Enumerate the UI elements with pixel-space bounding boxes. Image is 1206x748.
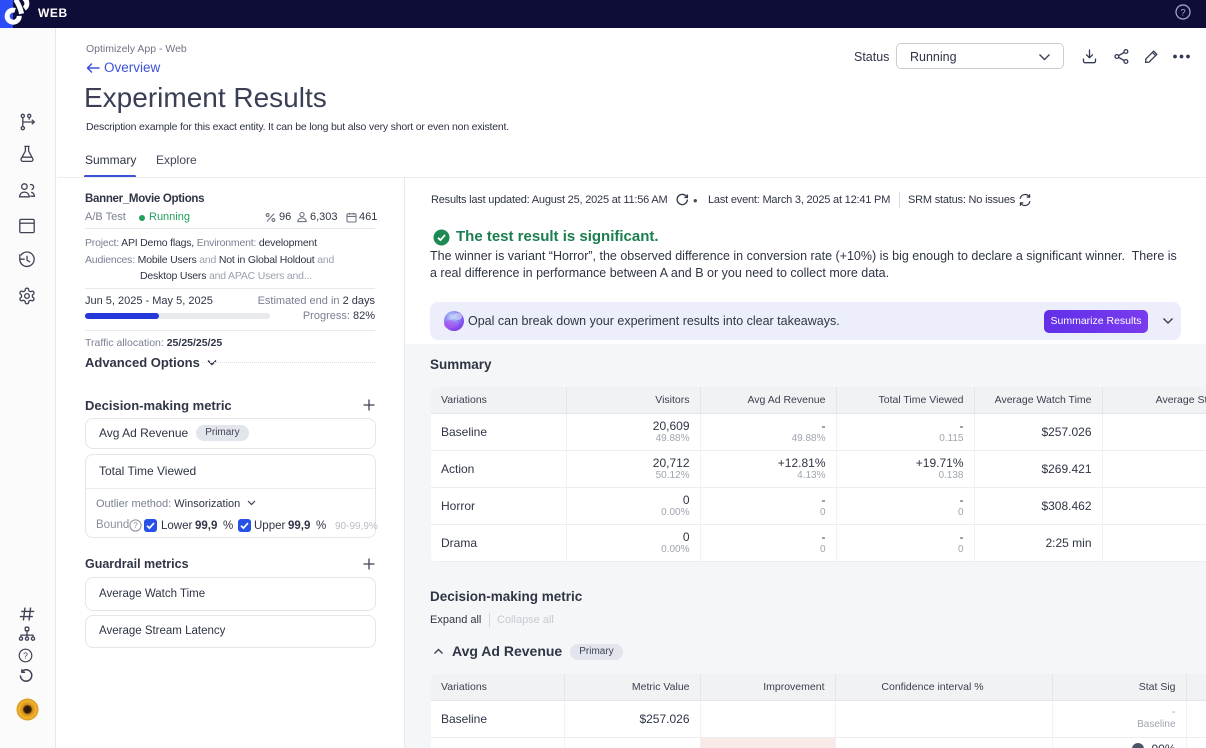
svg-text:?: ? xyxy=(1180,8,1185,19)
svg-text:?: ? xyxy=(23,651,28,661)
svg-text:?: ? xyxy=(133,521,138,530)
